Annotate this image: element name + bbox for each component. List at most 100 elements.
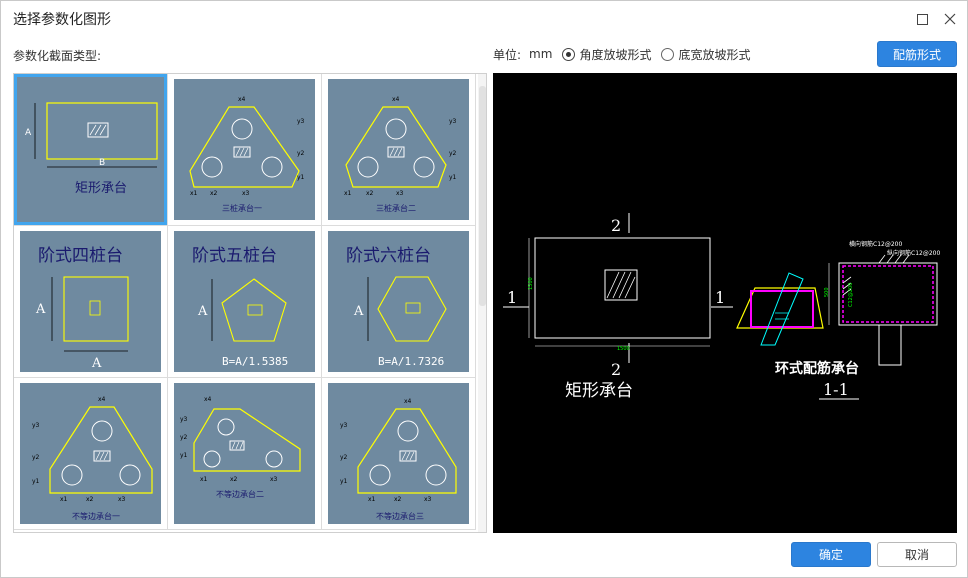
shape-thumb-uneq3: x4 y3 y2 y1 x1 x2 x3 不等边承台三 <box>328 383 469 524</box>
shape-caption-step6: 阶式六桩台 <box>346 246 431 266</box>
dialog-title: 选择参数化图形 <box>13 12 111 28</box>
unit-value: mm <box>529 47 553 61</box>
dim-label-y1: y1 <box>180 452 188 459</box>
section-label-11: 1-1 <box>823 380 849 399</box>
dim-label-x4: x4 <box>204 396 212 403</box>
dim-label-x3: x3 <box>270 476 278 483</box>
dim-label-x4: x4 <box>238 96 246 103</box>
dim-label-x3: x3 <box>242 190 250 197</box>
side-mark-right: 1 <box>715 288 725 307</box>
dim-label-x2: x2 <box>366 190 374 197</box>
formula-step5: B=A/1.5385 <box>222 355 288 368</box>
section-type-label: 参数化截面类型: <box>13 49 102 63</box>
shape-caption-rect: 矩形承台 <box>75 181 127 196</box>
dim-label-x3: x3 <box>396 190 404 197</box>
dim-label-a-horiz: A <box>91 356 102 371</box>
ok-button[interactable]: 确定 <box>791 542 871 567</box>
shape-thumb-uneq2: x4 y3 y2 y1 x1 x2 x3 不等边承台二 <box>174 383 315 524</box>
shape-thumb-tri1: x4 y3 y2 y1 x1 x2 x3 三桩承台一 <box>174 79 315 220</box>
shape-preview: 2 2 1 1 1500 1500 矩形承台 环式配筋承台 500 横向钢筋C1… <box>493 73 957 533</box>
preview-shape-label: 矩形承台 <box>565 381 633 401</box>
dim-label-x4: x4 <box>98 396 106 403</box>
dim-label-x1: x1 <box>60 496 68 503</box>
dim-label-y3: y3 <box>180 416 188 423</box>
ring-label: 环式配筋承台 <box>775 360 859 377</box>
dim-label-y2: y2 <box>180 434 188 441</box>
radio-bottom-dot[interactable] <box>661 47 675 61</box>
shape-caption-tri2: 三桩承台二 <box>376 203 416 213</box>
gallery-scrollbar-thumb[interactable] <box>479 86 486 306</box>
shape-thumb-rect: A B 矩形承台 <box>14 74 167 225</box>
radio-angle-dot[interactable] <box>562 47 576 61</box>
shape-caption-uneq1: 不等边承台一 <box>72 511 120 521</box>
dim-label-y3: y3 <box>297 118 305 125</box>
dim-label-y3: y3 <box>32 422 40 429</box>
radio-bottom-label: 底宽放坡形式 <box>678 47 751 62</box>
maximize-icon <box>916 13 928 25</box>
rebar-side-text: C12@200 <box>848 283 854 307</box>
shape-thumb-step6: 阶式六桩台 A B=A/1.7326 <box>328 231 469 372</box>
shape-item-uneq1[interactable]: x4 y3 y2 y1 x1 x2 x3 不等边承台一 <box>14 378 168 530</box>
formula-step6: B=A/1.7326 <box>378 355 444 368</box>
shape-item-step5[interactable]: 阶式五桩台 A B=A/1.5385 <box>168 226 322 378</box>
dim-label-y1: y1 <box>32 478 40 485</box>
unit-label: 单位: <box>493 47 522 62</box>
dim-width-text: 1500 <box>617 346 630 352</box>
dim-label-y1: y1 <box>340 478 348 485</box>
shape-item-step6[interactable]: 阶式六桩台 A B=A/1.7326 <box>322 226 476 378</box>
dim-label-y1: y1 <box>297 174 305 181</box>
dim-label-y2: y2 <box>449 150 457 157</box>
shape-thumb-uneq1: x4 y3 y2 y1 x1 x2 x3 不等边承台一 <box>20 383 161 524</box>
dim-label-x4: x4 <box>392 96 400 103</box>
shape-item-uneq3[interactable]: x4 y3 y2 y1 x1 x2 x3 不等边承台三 <box>322 378 476 530</box>
shape-caption-tri1: 三桩承台一 <box>222 203 262 213</box>
section-mark-top: 2 <box>611 216 621 235</box>
shape-caption-step4: 阶式四桩台 <box>38 246 123 266</box>
title-bar: 选择参数化图形 <box>1 1 967 37</box>
cancel-button[interactable]: 取消 <box>877 542 957 567</box>
shape-caption-step5: 阶式五桩台 <box>192 246 277 266</box>
radio-angle-label: 角度放坡形式 <box>579 47 652 62</box>
dim-label-x1: x1 <box>368 496 376 503</box>
dim-label-x2: x2 <box>210 190 218 197</box>
dim-label-y2: y2 <box>32 454 40 461</box>
dim-label-y2: y2 <box>340 454 348 461</box>
shape-gallery: A B 矩形承台 x4 y3 y2 y1 x1 x2 x3 三桩承台一 x4 y… <box>13 73 487 533</box>
dim-label-x4: x4 <box>404 398 412 405</box>
dim-label-x2: x2 <box>394 496 402 503</box>
close-icon <box>944 13 956 25</box>
dim-label-x1: x1 <box>200 476 208 483</box>
dim-label-y3: y3 <box>340 422 348 429</box>
dim-label-a-vert: A <box>35 302 46 317</box>
dim-side-text: 500 <box>824 287 830 297</box>
shape-item-step4[interactable]: 阶式四桩台 A A <box>14 226 168 378</box>
section-mark-bottom: 2 <box>611 360 621 379</box>
dim-label-a: A <box>353 304 364 319</box>
dim-label-y2: y2 <box>297 150 305 157</box>
dialog: 选择参数化图形 参数化截面类型: 单位: mm 角度放坡形式 底宽放坡形式 配筋… <box>0 0 968 578</box>
gallery-scrollbar[interactable] <box>478 74 486 532</box>
maximize-button[interactable] <box>913 10 931 28</box>
dim-label-x1: x1 <box>190 190 198 197</box>
dim-label-a: A <box>197 304 208 319</box>
shape-item-rect[interactable]: A B 矩形承台 <box>14 74 168 226</box>
close-button[interactable] <box>941 10 959 28</box>
shape-item-uneq2[interactable]: x4 y3 y2 y1 x1 x2 x3 不等边承台二 <box>168 378 322 530</box>
dim-label-b: B <box>99 158 105 168</box>
shape-thumb-step5: 阶式五桩台 A B=A/1.5385 <box>174 231 315 372</box>
shape-thumb-tri2: x4 y3 y2 y1 x1 x2 x3 三桩承台二 <box>328 79 469 220</box>
dim-label-x2: x2 <box>230 476 238 483</box>
radio-bottom-slope[interactable]: 底宽放坡形式 <box>661 46 750 63</box>
options-row: 单位: mm 角度放坡形式 底宽放坡形式 <box>493 45 760 63</box>
shape-caption-uneq3: 不等边承台三 <box>376 511 424 521</box>
dim-height-text: 1500 <box>528 277 534 290</box>
rebar-h-text: 横向钢筋C12@200 <box>849 240 902 248</box>
dim-label-x3: x3 <box>424 496 432 503</box>
radio-angle-slope[interactable]: 角度放坡形式 <box>562 46 651 63</box>
rebar-form-button[interactable]: 配筋形式 <box>877 41 957 67</box>
side-mark-left: 1 <box>507 288 517 307</box>
shape-item-tri2[interactable]: x4 y3 y2 y1 x1 x2 x3 三桩承台二 <box>322 74 476 226</box>
rebar-v-text: 纵向钢筋C12@200 <box>887 249 940 257</box>
shape-thumb-step4: 阶式四桩台 A A <box>20 231 161 372</box>
shape-item-tri1[interactable]: x4 y3 y2 y1 x1 x2 x3 三桩承台一 <box>168 74 322 226</box>
